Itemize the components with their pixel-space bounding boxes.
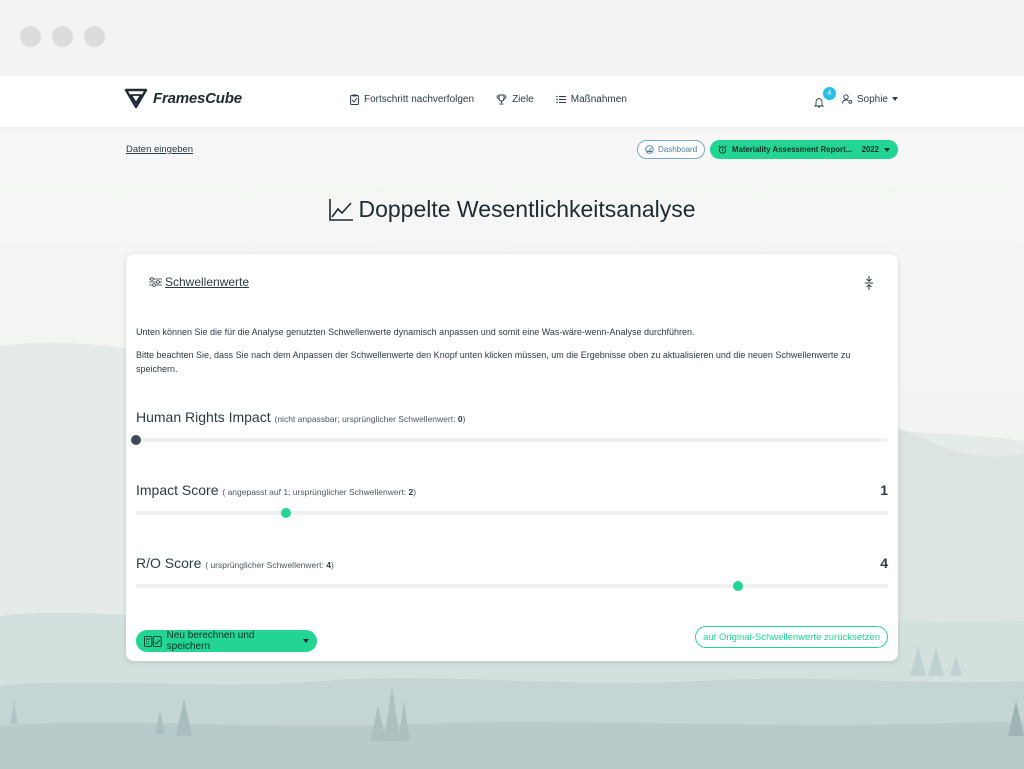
- thresholds-heading-label: Schwellenwerte: [165, 275, 250, 289]
- slider-note: ( angepasst auf 1; ursprünglicher Schwel…: [222, 487, 416, 497]
- slider-note: (nicht anpassbar; ursprünglicher Schwell…: [275, 414, 466, 424]
- recalculate-save-button[interactable]: Neu berechnen und speichern: [136, 630, 317, 652]
- notifications-button[interactable]: 4: [813, 87, 836, 108]
- browser-chrome: [0, 0, 1024, 76]
- slider-note-suffix: ): [330, 560, 334, 570]
- thresholds-description: Unten können Sie die für die Analyse gen…: [136, 327, 695, 337]
- alarm-clock-icon: [718, 145, 727, 154]
- dashboard-label: Dashboard: [658, 145, 698, 154]
- report-year: 2022: [861, 145, 879, 154]
- slider-title: R/O Score: [136, 555, 202, 571]
- thresholds-heading[interactable]: Schwellenwerte: [149, 275, 249, 289]
- chevron-down-icon: [892, 97, 898, 101]
- brand-logo[interactable]: FramesCube: [124, 87, 242, 109]
- slider-thumb[interactable]: [732, 581, 743, 591]
- slider-track-ro-score[interactable]: [136, 581, 888, 591]
- slider-note-suffix: ): [462, 414, 466, 424]
- slider-track-human-rights: [131, 435, 888, 445]
- nav-item-measures[interactable]: Maßnahmen: [555, 94, 627, 105]
- thresholds-hint: Bitte beachten Sie, dass Sie nach dem An…: [136, 350, 851, 374]
- collapse-icon[interactable]: [863, 275, 875, 291]
- page-title-row: Doppelte Wesentlichkeitsanalyse: [0, 196, 1024, 223]
- top-navbar: FramesCube Fortschritt nachverfolgen Zie…: [0, 76, 1024, 127]
- line-chart-icon: [329, 198, 354, 221]
- user-settings-icon: [841, 94, 853, 104]
- app-page: FramesCube Fortschritt nachverfolgen Zie…: [0, 76, 1024, 769]
- nav-item-label: Ziele: [512, 94, 534, 105]
- dashboard-gauge-icon: [645, 145, 654, 154]
- chevron-down-icon: [884, 147, 890, 152]
- page-title: Doppelte Wesentlichkeitsanalyse: [358, 196, 696, 222]
- nav-right: 4 Sophie: [813, 87, 898, 108]
- thresholds-card: Schwellenwerte Unten können Sie die für …: [126, 254, 898, 661]
- brand-name: FramesCube: [153, 89, 242, 107]
- slider-value-ro-score: 4: [880, 555, 888, 571]
- window-dot: [20, 26, 41, 47]
- reset-thresholds-button[interactable]: auf Original-Schwellenwerte zurücksetzen: [695, 626, 888, 648]
- nav-item-label: Maßnahmen: [570, 94, 627, 105]
- framescube-logo-icon: [124, 88, 148, 109]
- window-dot: [52, 26, 73, 47]
- slider-title: Impact Score: [136, 482, 219, 498]
- slider-note-prefix: ( ursprünglicher Schwellenwert:: [205, 560, 324, 570]
- recalculate-save-label: Neu berechnen und speichern: [166, 630, 255, 652]
- chevron-down-icon[interactable]: [303, 639, 309, 643]
- dashboard-button[interactable]: Dashboard: [637, 140, 706, 159]
- nav-item-goals[interactable]: Ziele: [496, 94, 534, 105]
- breadcrumb-link[interactable]: Daten eingeben: [126, 144, 193, 155]
- list-icon: [555, 95, 566, 104]
- user-name: Sophie: [856, 93, 888, 105]
- report-selector-button[interactable]: Materiality Assessment Report... 2022: [710, 140, 898, 159]
- slider-note-prefix: (nicht anpassbar; ursprünglicher Schwell…: [274, 414, 456, 424]
- slider-label-impact-score: Impact Score ( angepasst auf 1; ursprüng…: [136, 482, 416, 498]
- trophy-icon: [496, 94, 507, 105]
- slider-title: Human Rights Impact: [136, 409, 271, 425]
- slider-note: ( ursprünglicher Schwellenwert: 4): [205, 560, 334, 570]
- notification-badge: 4: [822, 87, 836, 100]
- bell-icon: [813, 98, 824, 108]
- slider-label-ro-score: R/O Score ( ursprünglicher Schwellenwert…: [136, 555, 334, 571]
- slider-track-impact-score[interactable]: [136, 508, 888, 518]
- window-dot: [84, 26, 105, 47]
- main-nav: Fortschritt nachverfolgen Ziele Maßnahme…: [350, 94, 627, 105]
- slider-value-impact-score: 1: [880, 482, 888, 498]
- user-menu[interactable]: Sophie: [841, 93, 898, 105]
- nav-item-label: Fortschritt nachverfolgen: [364, 94, 475, 105]
- report-label: Materiality Assessment Report...: [732, 145, 853, 154]
- sliders-icon: [149, 277, 162, 287]
- slider-thumb[interactable]: [281, 508, 292, 518]
- nav-item-progress[interactable]: Fortschritt nachverfolgen: [350, 94, 474, 105]
- slider-note-prefix: ( angepasst auf 1; ursprünglicher Schwel…: [222, 487, 407, 497]
- slider-note-suffix: ): [413, 487, 417, 497]
- clipboard-icon: [350, 94, 359, 105]
- calculator-save-icon: [144, 635, 162, 647]
- slider-thumb: [131, 435, 141, 445]
- slider-label-human-rights: Human Rights Impact (nicht anpassbar; ur…: [136, 409, 465, 425]
